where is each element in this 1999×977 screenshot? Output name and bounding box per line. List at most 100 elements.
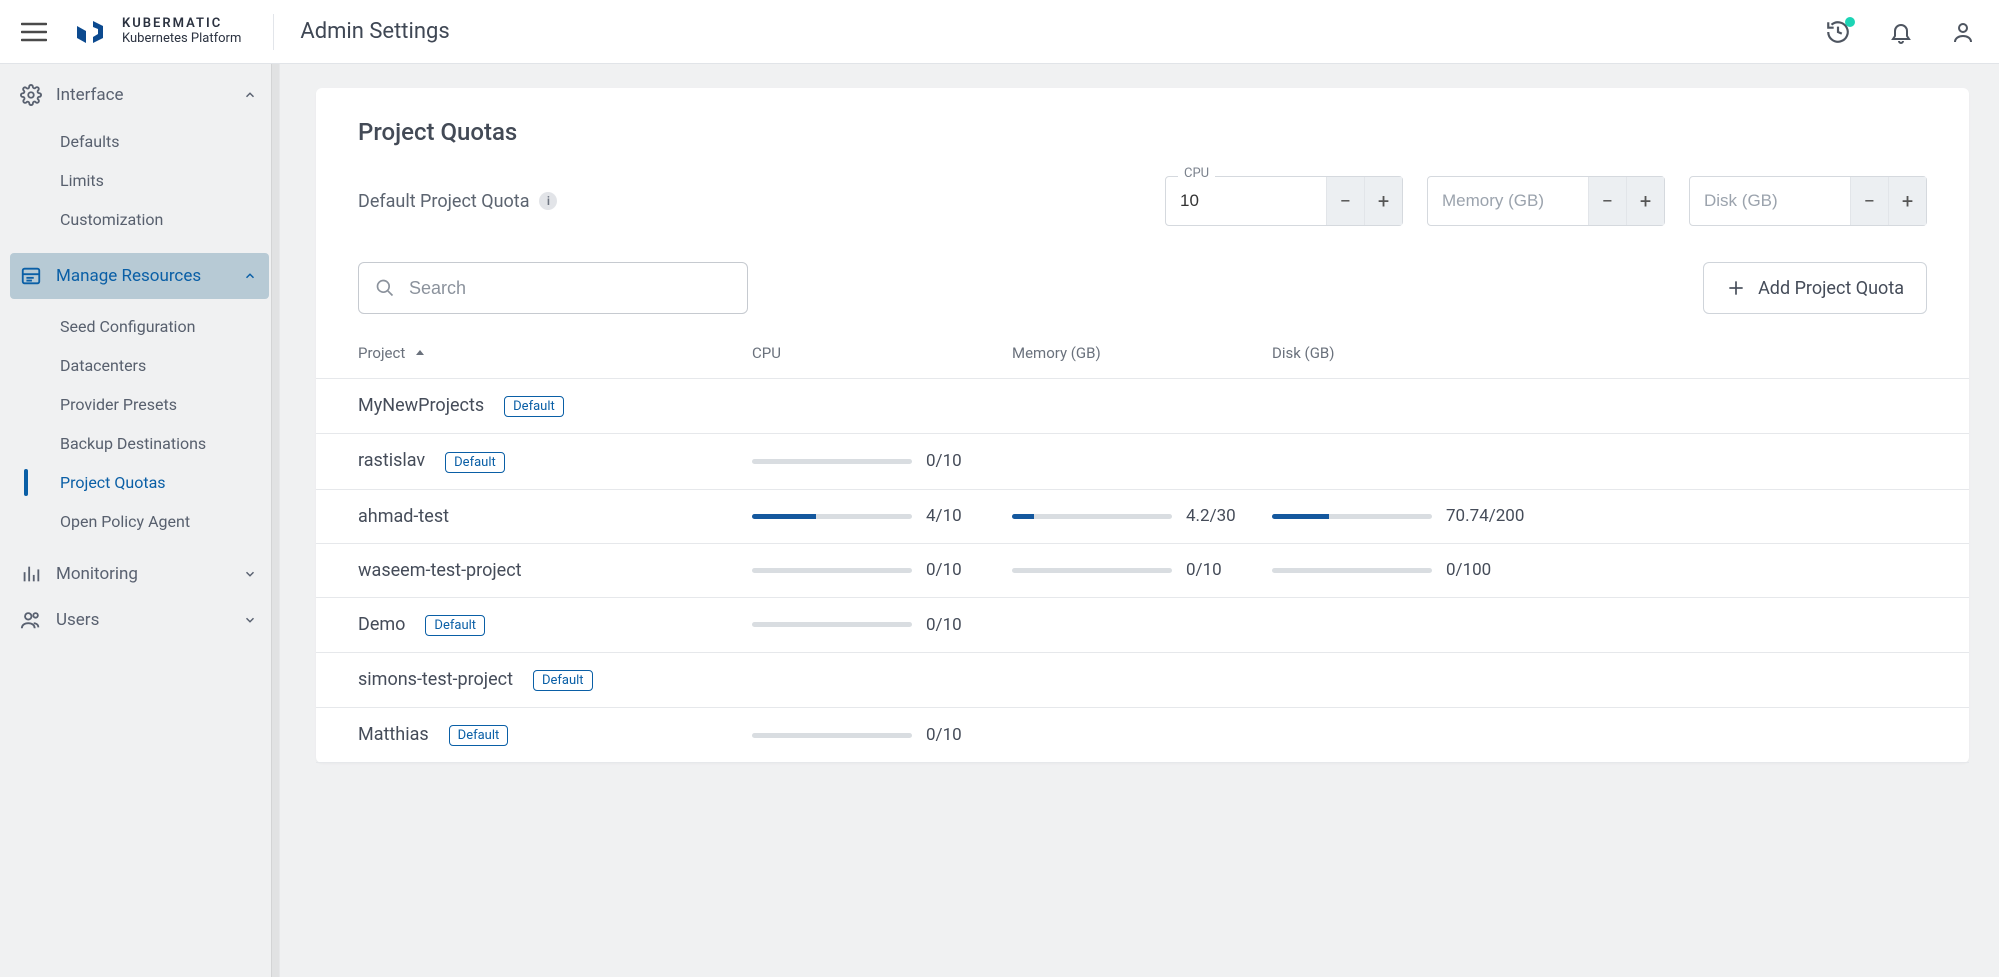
sidebar-item-datacenters[interactable]: Datacenters (46, 346, 255, 385)
menu-toggle-button[interactable] (18, 16, 50, 48)
user-menu-button[interactable] (1951, 19, 1975, 45)
disk-input[interactable] (1690, 177, 1850, 225)
quota-metric: 70.74/200 (1272, 506, 1524, 526)
progress-bar (752, 459, 912, 464)
page-title: Admin Settings (300, 19, 449, 44)
default-badge: Default (449, 725, 509, 746)
metric-value: 4/10 (926, 506, 962, 526)
add-project-quota-button[interactable]: Add Project Quota (1703, 262, 1927, 314)
project-name: MyNewProjects (358, 395, 484, 416)
notification-dot (1845, 17, 1855, 27)
cpu-decrement-button[interactable]: − (1326, 177, 1364, 225)
disk-decrement-button[interactable]: − (1850, 177, 1888, 225)
sidebar-item-seed-configuration[interactable]: Seed Configuration (46, 307, 255, 346)
info-icon[interactable]: i (539, 192, 557, 210)
default-badge: Default (504, 396, 564, 417)
search-field[interactable] (358, 262, 748, 314)
quota-metric: 0/100 (1272, 560, 1524, 580)
column-header-cpu[interactable]: CPU (736, 334, 996, 379)
project-name: waseem-test-project (358, 560, 522, 581)
memory-stepper: − + (1427, 176, 1665, 226)
metric-value: 0/10 (926, 725, 962, 745)
metric-value: 70.74/200 (1446, 506, 1524, 526)
card-title: Project Quotas (358, 118, 1969, 146)
project-name: Matthias (358, 724, 429, 745)
sidebar-section-monitoring[interactable]: Monitoring (10, 551, 269, 597)
project-name: Demo (358, 614, 405, 635)
quota-metric: 4.2/30 (1012, 506, 1240, 526)
users-icon (20, 609, 42, 631)
table-row[interactable]: Matthias Default 0/10 (316, 708, 1969, 763)
project-name: ahmad-test (358, 506, 449, 527)
memory-decrement-button[interactable]: − (1588, 177, 1626, 225)
disk-increment-button[interactable]: + (1888, 177, 1926, 225)
cpu-stepper-legend: CPU (1178, 166, 1215, 181)
default-badge: Default (533, 670, 593, 691)
sidebar-section-interface[interactable]: Interface (10, 72, 269, 118)
quota-metric: 0/10 (752, 615, 980, 635)
brand[interactable]: KUBERMATIC Kubernetes Platform (72, 14, 241, 50)
table-row[interactable]: MyNewProjects Default (316, 379, 1969, 434)
memory-input[interactable] (1428, 177, 1588, 225)
brand-name: KUBERMATIC (122, 17, 241, 31)
metric-value: 0/10 (926, 451, 962, 471)
app-header: KUBERMATIC Kubernetes Platform Admin Set… (0, 0, 1999, 64)
disk-stepper: − + (1689, 176, 1927, 226)
project-name: rastislav (358, 450, 425, 471)
sidebar-section-users[interactable]: Users (10, 597, 269, 643)
table-row[interactable]: waseem-test-project 0/10 0/10 0/100 (316, 543, 1969, 597)
sidebar-section-manage-resources[interactable]: Manage Resources (10, 253, 269, 299)
changelog-button[interactable] (1825, 19, 1851, 45)
sidebar-item-provider-presets[interactable]: Provider Presets (46, 385, 255, 424)
sidebar-section-label: Users (56, 610, 229, 630)
sidebar-item-open-policy-agent[interactable]: Open Policy Agent (46, 502, 255, 541)
table-row[interactable]: DemoDefault0/10 (316, 597, 1969, 652)
progress-bar (1012, 514, 1172, 519)
chevron-down-icon (243, 613, 257, 627)
column-header-project[interactable]: Project (316, 334, 736, 379)
main-content: Project Quotas Default Project Quota i C… (280, 64, 1999, 977)
quota-metric: 0/10 (752, 725, 980, 745)
interface-icon (20, 84, 42, 106)
chevron-up-icon (243, 269, 257, 283)
progress-bar (1012, 568, 1172, 573)
header-divider (273, 14, 274, 50)
search-icon (375, 278, 395, 298)
memory-increment-button[interactable]: + (1626, 177, 1664, 225)
column-header-disk[interactable]: Disk (GB) (1256, 334, 1540, 379)
sidebar-item-customization[interactable]: Customization (46, 200, 255, 239)
project-quotas-table: Project CPU Memory (GB) Disk (GB) MyNewP… (316, 334, 1969, 763)
sidebar-item-project-quotas[interactable]: Project Quotas (46, 463, 255, 502)
notifications-button[interactable] (1889, 19, 1913, 45)
quota-metric: 0/10 (752, 451, 980, 471)
sidebar-section-label: Interface (56, 85, 229, 105)
column-header-memory[interactable]: Memory (GB) (996, 334, 1256, 379)
bell-icon (1889, 19, 1913, 45)
quota-metric: 0/10 (1012, 560, 1240, 580)
table-row[interactable]: ahmad-test 4/10 4.2/30 70.74/200 (316, 489, 1969, 543)
cpu-stepper: CPU − + (1165, 176, 1403, 226)
sidebar-item-backup-destinations[interactable]: Backup Destinations (46, 424, 255, 463)
progress-bar (752, 622, 912, 627)
default-badge: Default (445, 452, 505, 473)
project-name: simons-test-project (358, 669, 513, 690)
search-input[interactable] (407, 277, 731, 300)
metric-value: 4.2/30 (1186, 506, 1236, 526)
sidebar-section-label: Monitoring (56, 564, 229, 584)
progress-bar (752, 568, 912, 573)
table-toolbar: Add Project Quota (316, 262, 1969, 334)
sort-ascending-icon (415, 344, 425, 362)
metric-value: 0/10 (926, 560, 962, 580)
table-row[interactable]: simons-test-project Default (316, 652, 1969, 707)
cpu-input[interactable] (1166, 177, 1326, 225)
sidebar-item-defaults[interactable]: Defaults (46, 122, 255, 161)
progress-bar (1272, 568, 1432, 573)
sidebar-section-label: Manage Resources (56, 266, 229, 286)
add-button-label: Add Project Quota (1758, 278, 1904, 299)
sidebar-item-limits[interactable]: Limits (46, 161, 255, 200)
sidebar-scrollbar[interactable] (271, 64, 279, 977)
brand-subtitle: Kubernetes Platform (122, 32, 241, 46)
table-row[interactable]: rastislav Default 0/10 (316, 434, 1969, 489)
cpu-increment-button[interactable]: + (1364, 177, 1402, 225)
user-icon (1951, 19, 1975, 45)
